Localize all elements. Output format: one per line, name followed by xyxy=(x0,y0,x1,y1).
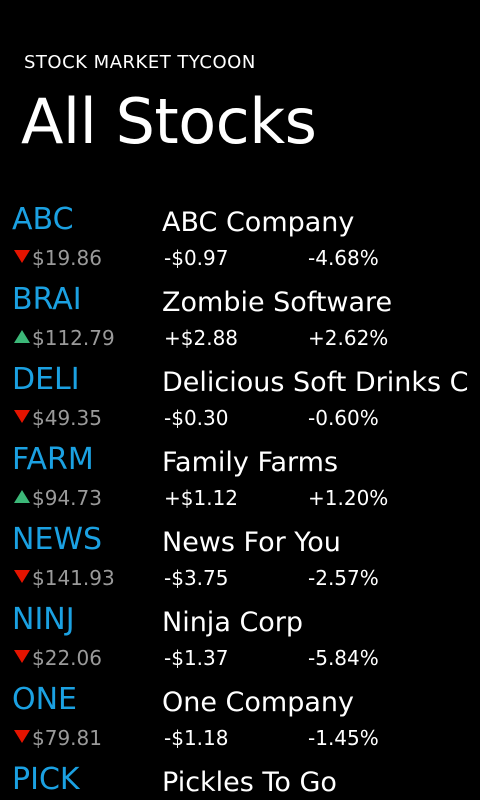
company-name: One Company xyxy=(162,687,355,718)
stock-symbol: FARM xyxy=(12,442,94,477)
stock-price: $112.79 xyxy=(32,326,115,350)
stock-price: $49.35 xyxy=(32,406,102,430)
up-arrow-icon xyxy=(14,330,30,343)
company-name: Ninja Corp xyxy=(162,607,304,638)
stock-price: $19.86 xyxy=(32,246,102,270)
company-name: Zombie Software xyxy=(162,287,393,318)
stock-price-line: $49.35 xyxy=(14,404,102,432)
stock-price: $22.06 xyxy=(32,646,102,670)
stock-price-line: $22.06 xyxy=(14,644,102,672)
stock-symbol: NINJ xyxy=(12,602,75,637)
stock-symbol: NEWS xyxy=(12,522,103,557)
percent-change: -1.45% xyxy=(308,726,379,750)
stock-price-line: $79.81 xyxy=(14,724,102,752)
stock-row[interactable]: DELI $49.35 Delicious Soft Drinks C -$0.… xyxy=(0,360,480,440)
company-name: News For You xyxy=(162,527,341,558)
percent-change: -4.68% xyxy=(308,246,379,270)
price-change: -$3.75 xyxy=(164,566,229,590)
stock-price-line: $94.73 xyxy=(14,484,102,512)
stock-price-line: $19.86 xyxy=(14,244,102,272)
percent-change: +1.20% xyxy=(308,486,389,510)
price-change: +$1.12 xyxy=(164,486,239,510)
stock-row[interactable]: BRAI $112.79 Zombie Software +$2.88 +2.6… xyxy=(0,280,480,360)
percent-change: -0.60% xyxy=(308,406,379,430)
price-change: -$0.30 xyxy=(164,406,229,430)
stock-symbol: ABC xyxy=(12,202,74,237)
company-name: Delicious Soft Drinks C xyxy=(162,367,468,398)
stock-symbol: PICK xyxy=(12,762,80,797)
down-arrow-icon xyxy=(14,570,30,583)
down-arrow-icon xyxy=(14,410,30,423)
stock-price-line: $112.79 xyxy=(14,324,115,352)
price-change: -$0.97 xyxy=(164,246,229,270)
price-change: -$1.37 xyxy=(164,646,229,670)
company-name: Family Farms xyxy=(162,447,339,478)
stock-row[interactable]: ONE $79.81 One Company -$1.18 -1.45% xyxy=(0,680,480,760)
stock-row[interactable]: NEWS $141.93 News For You -$3.75 -2.57% xyxy=(0,520,480,600)
company-name: ABC Company xyxy=(162,207,355,238)
stock-price-line: $141.93 xyxy=(14,564,115,592)
stock-symbol: ONE xyxy=(12,682,78,717)
stock-row[interactable]: NINJ $22.06 Ninja Corp -$1.37 -5.84% xyxy=(0,600,480,680)
stock-row[interactable]: PICK Pickles To Go xyxy=(0,760,480,800)
percent-change: -5.84% xyxy=(308,646,379,670)
company-name: Pickles To Go xyxy=(162,767,337,798)
stock-row[interactable]: FARM $94.73 Family Farms +$1.12 +1.20% xyxy=(0,440,480,520)
stock-price: $141.93 xyxy=(32,566,115,590)
stock-symbol: DELI xyxy=(12,362,80,397)
down-arrow-icon xyxy=(14,650,30,663)
stock-price: $79.81 xyxy=(32,726,102,750)
down-arrow-icon xyxy=(14,250,30,263)
stock-row[interactable]: ABC $19.86 ABC Company -$0.97 -4.68% xyxy=(0,200,480,280)
percent-change: +2.62% xyxy=(308,326,389,350)
price-change: -$1.18 xyxy=(164,726,229,750)
stock-symbol: BRAI xyxy=(12,282,82,317)
up-arrow-icon xyxy=(14,490,30,503)
app-title: STOCK MARKET TYCOON xyxy=(24,52,256,73)
price-change: +$2.88 xyxy=(164,326,239,350)
page-title: All Stocks xyxy=(21,85,317,158)
stock-list[interactable]: ABC $19.86 ABC Company -$0.97 -4.68% BRA… xyxy=(0,200,480,800)
down-arrow-icon xyxy=(14,730,30,743)
stock-price: $94.73 xyxy=(32,486,102,510)
percent-change: -2.57% xyxy=(308,566,379,590)
